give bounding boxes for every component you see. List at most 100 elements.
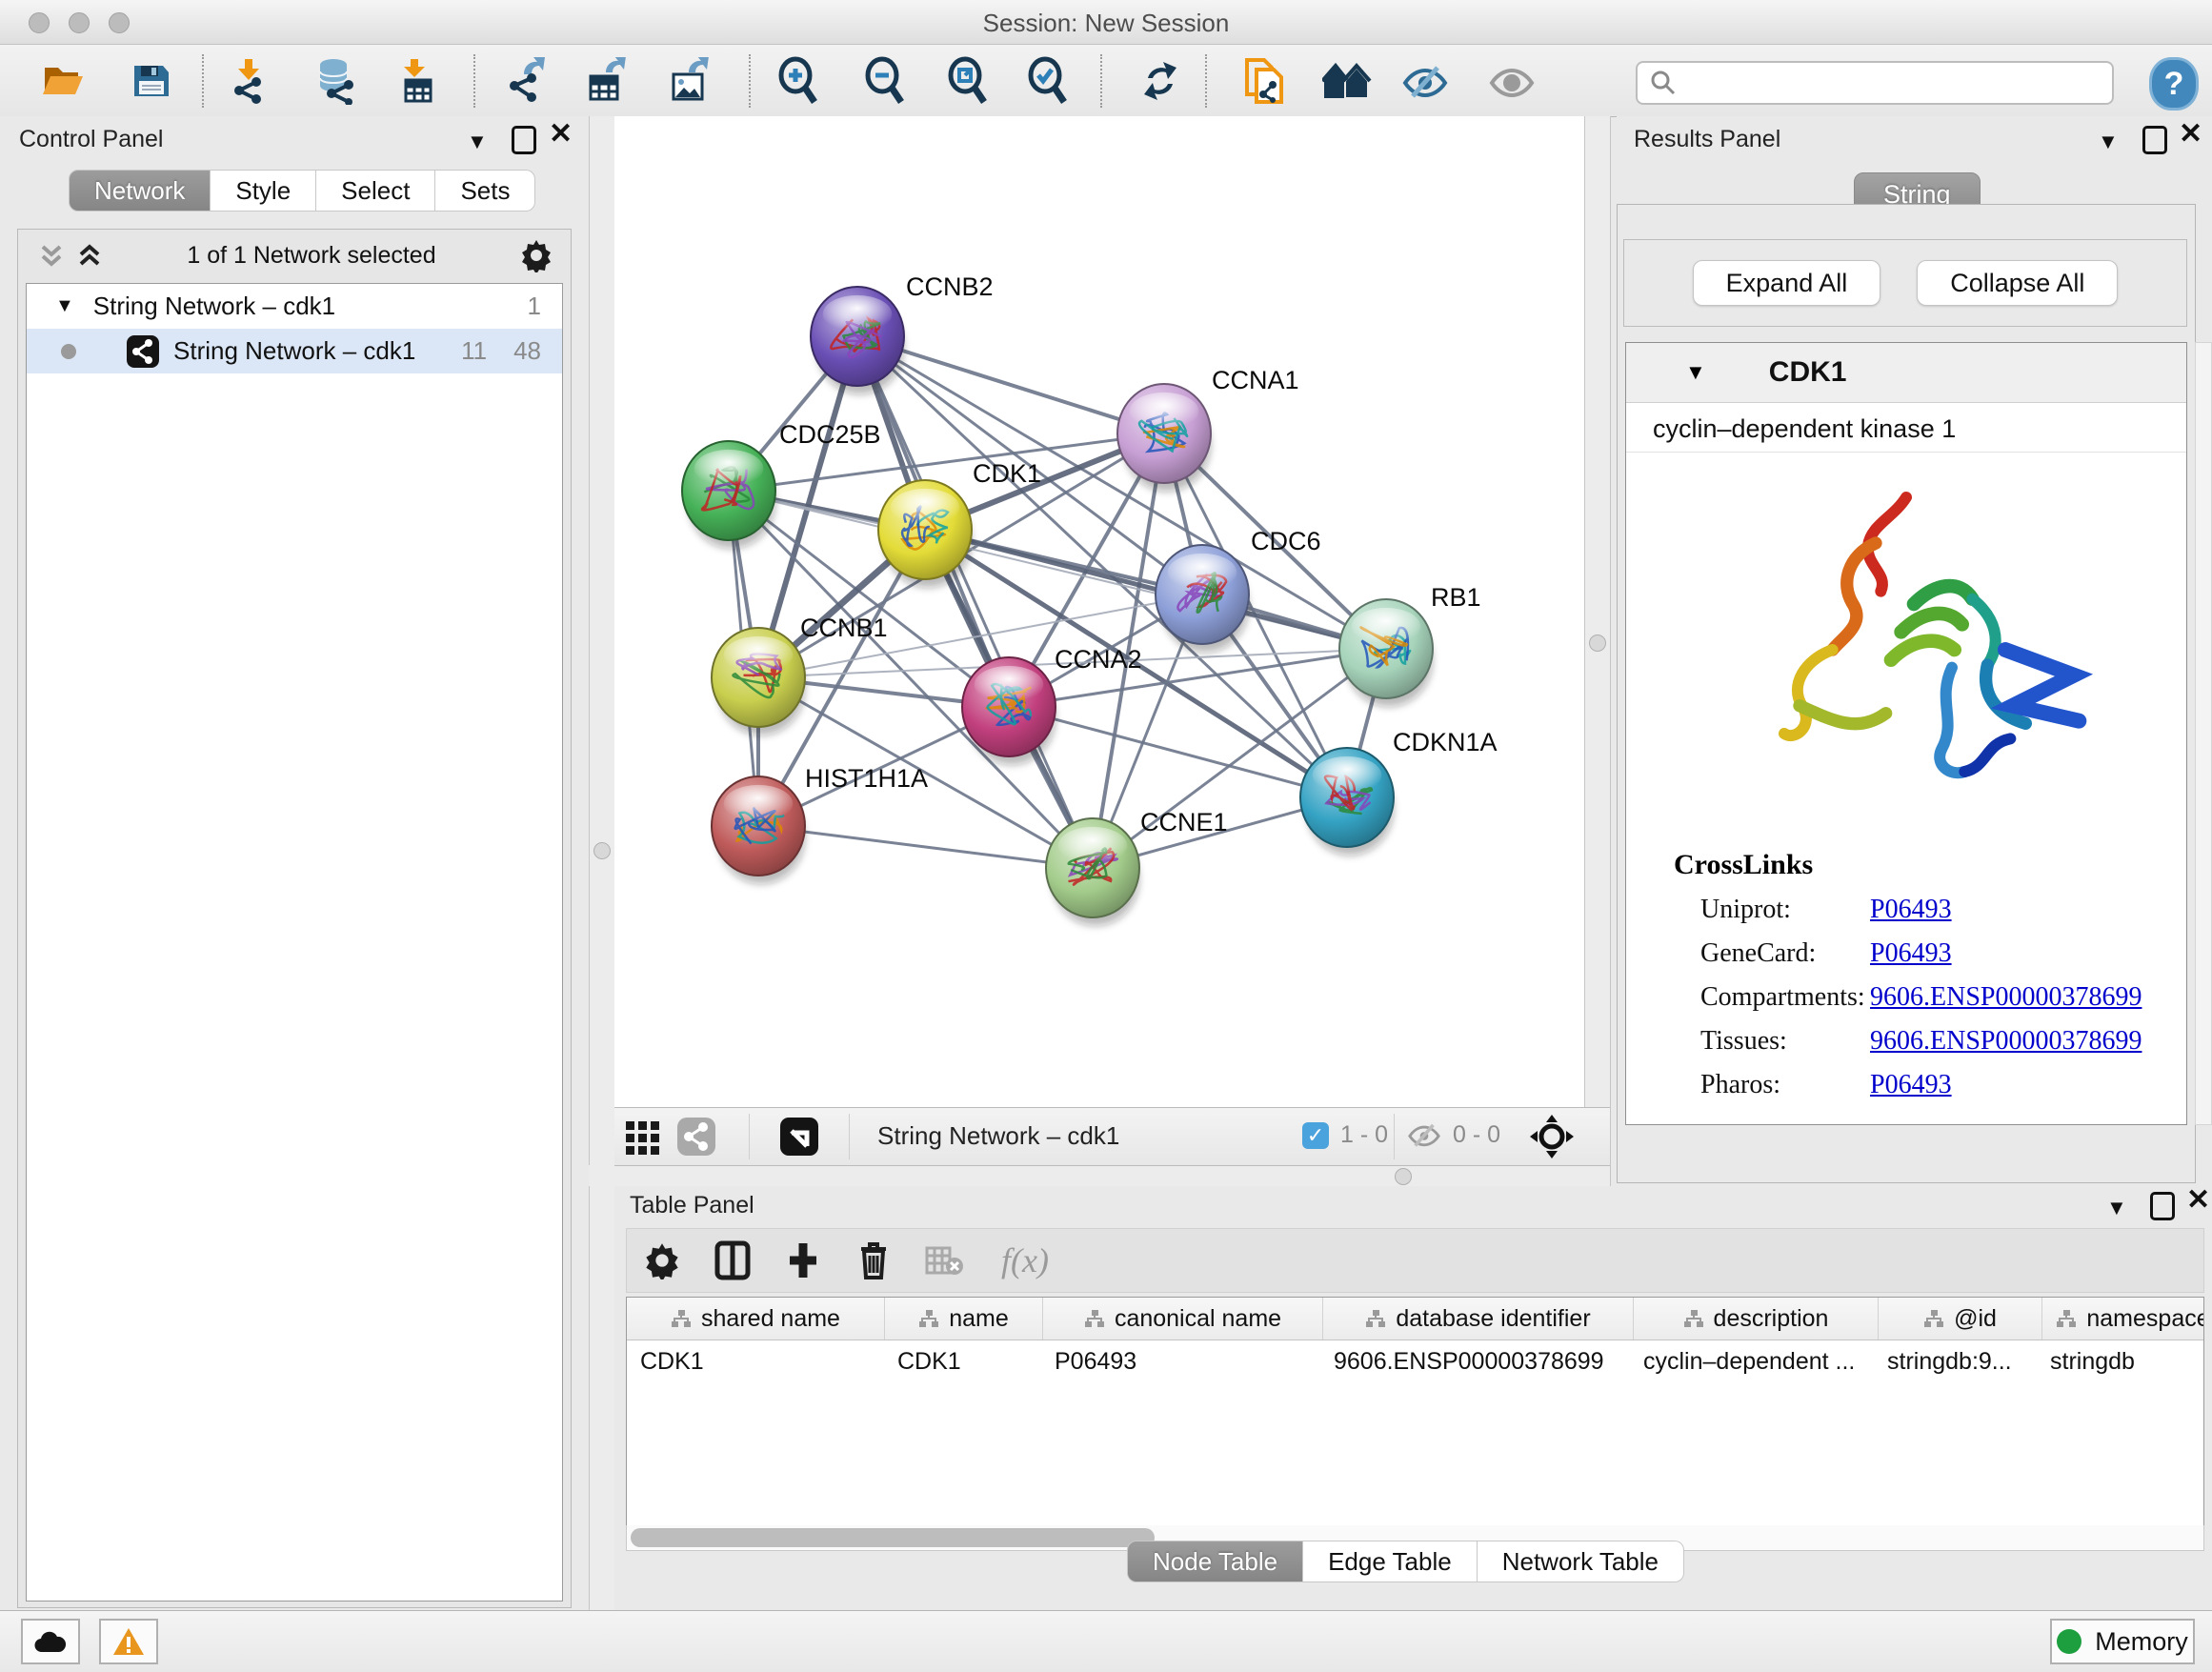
results-scrollbar[interactable] (2195, 342, 2212, 1125)
expand-all-chevron-icon[interactable] (75, 241, 104, 270)
grid-mode-icon[interactable] (622, 1116, 664, 1162)
column-header-shared-name[interactable]: shared name (627, 1298, 885, 1340)
collection-expand-icon[interactable]: ▼ (55, 295, 74, 317)
control-panel-tabs: Network Style Select Sets (69, 170, 535, 212)
divider-grip[interactable] (1589, 635, 1606, 652)
column-header-name[interactable]: name (885, 1298, 1043, 1340)
horizontal-split-divider[interactable] (589, 1165, 1610, 1186)
export-network-icon[interactable] (500, 55, 552, 107)
copy-style-icon[interactable] (1238, 55, 1290, 107)
tab-style[interactable]: Style (211, 170, 316, 212)
table-options-gear-icon[interactable] (627, 1241, 697, 1279)
network-node-CDC6[interactable]: CDC6 (1156, 527, 1321, 653)
save-session-icon[interactable] (126, 55, 177, 107)
network-node-CCNB2[interactable]: CCNB2 (811, 272, 994, 394)
export-image-icon[interactable] (663, 55, 714, 107)
left-split-divider[interactable] (589, 116, 615, 1610)
crosslink-link[interactable]: P06493 (1870, 938, 1952, 969)
tab-network[interactable]: Network (69, 170, 211, 212)
collapse-all-chevron-icon[interactable] (37, 241, 66, 270)
network-share-icon[interactable] (675, 1116, 717, 1162)
warnings-button[interactable] (99, 1619, 158, 1664)
table-cell[interactable]: 9606.ENSP00000378699 (1320, 1340, 1630, 1382)
pan-crosshair-icon[interactable] (1529, 1114, 1575, 1164)
divider-grip[interactable] (593, 842, 611, 859)
network-node-CCNA2[interactable]: CCNA2 (962, 645, 1142, 765)
show-all-eye-icon[interactable] (1486, 55, 1538, 107)
network-node-CCNE1[interactable]: CCNE1 (1046, 808, 1228, 926)
table-hscrollbar-thumb[interactable] (631, 1528, 1155, 1547)
zoom-out-icon[interactable] (859, 55, 911, 107)
network-edge-count: 48 (513, 336, 541, 366)
memory-button[interactable]: Memory (2050, 1619, 2195, 1664)
import-network-file-icon[interactable] (223, 55, 274, 107)
network-node-CCNB1[interactable]: CCNB1 (712, 614, 888, 735)
crosslink-link[interactable]: P06493 (1870, 1070, 1952, 1100)
show-columns-icon[interactable] (697, 1239, 768, 1281)
network-node-CCNA1[interactable]: CCNA1 (1117, 366, 1299, 492)
table-cell[interactable]: CDK1 (884, 1340, 1041, 1382)
tab-sets[interactable]: Sets (435, 170, 535, 212)
import-network-database-icon[interactable] (311, 55, 362, 107)
network-node-RB1[interactable]: RB1 (1339, 583, 1481, 707)
zoom-in-icon[interactable] (773, 55, 824, 107)
table-cell[interactable]: cyclin–dependent ... (1630, 1340, 1874, 1382)
tab-select[interactable]: Select (316, 170, 435, 212)
column-header-namespace[interactable]: namespace (2042, 1298, 2204, 1340)
crosslink-link[interactable]: 9606.ENSP00000378699 (1870, 1026, 2142, 1057)
column-header--id[interactable]: @id (1879, 1298, 2042, 1340)
tab-node-table[interactable]: Node Table (1127, 1541, 1303, 1582)
control-panel-maximize-icon[interactable] (512, 126, 536, 154)
tab-edge-table[interactable]: Edge Table (1303, 1541, 1478, 1582)
open-session-icon[interactable] (37, 55, 89, 107)
network-node-CDKN1A[interactable]: CDKN1A (1300, 728, 1498, 856)
refresh-icon[interactable] (1135, 55, 1186, 107)
first-neighbors-icon[interactable] (1321, 55, 1373, 107)
table-panel-maximize-icon[interactable] (2150, 1192, 2175, 1220)
export-table-icon[interactable] (580, 55, 632, 107)
right-split-divider[interactable] (1584, 116, 1611, 1186)
network-options-gear-icon[interactable] (519, 238, 553, 272)
network-node-HIST1H1A[interactable]: HIST1H1A (712, 764, 928, 884)
expand-all-button[interactable]: Expand All (1693, 260, 1881, 306)
collapse-all-button[interactable]: Collapse All (1917, 260, 2118, 306)
table-panel-close-icon[interactable]: ✕ (2186, 1186, 2210, 1215)
table-cell[interactable]: stringdb:9... (1874, 1340, 2037, 1382)
selected-checkbox-icon[interactable]: ✓ (1302, 1122, 1329, 1149)
column-header-database-identifier[interactable]: database identifier (1323, 1298, 1634, 1340)
node-label: CDK1 (973, 459, 1041, 488)
crosslink-link[interactable]: P06493 (1870, 895, 1952, 925)
network-row-selected[interactable]: String Network – cdk1 11 48 (27, 329, 562, 373)
divider-grip[interactable] (1395, 1168, 1412, 1185)
zoom-selected-icon[interactable] (1022, 55, 1074, 107)
table-panel-float-icon[interactable]: ▼ (2106, 1194, 2127, 1222)
protein-card-header[interactable]: ▼ CDK1 (1626, 343, 2186, 403)
network-collection-row[interactable]: ▼ String Network – cdk1 1 (27, 284, 562, 329)
delete-table-icon[interactable] (909, 1243, 979, 1278)
results-panel-close-icon[interactable]: ✕ (2179, 120, 2202, 149)
network-canvas[interactable]: CCNB2CCNA1CDC25BCDK1CDC6RB1CCNB1CCNA2CDK… (614, 116, 1584, 1107)
results-panel-maximize-icon[interactable] (2142, 126, 2167, 154)
tab-network-table[interactable]: Network Table (1478, 1541, 1684, 1582)
add-column-icon[interactable] (768, 1239, 838, 1281)
table-cell[interactable]: CDK1 (627, 1340, 884, 1382)
help-button[interactable]: ? (2149, 57, 2199, 111)
hide-selection-eye-icon[interactable] (1399, 55, 1451, 107)
crosslink-link[interactable]: 9606.ENSP00000378699 (1870, 982, 2142, 1013)
cloud-status-button[interactable] (21, 1619, 80, 1664)
delete-column-trash-icon[interactable] (838, 1239, 909, 1281)
column-header-canonical-name[interactable]: canonical name (1043, 1298, 1323, 1340)
table-row[interactable]: CDK1CDK1P064939606.ENSP00000378699cyclin… (627, 1340, 2203, 1382)
control-panel-close-icon[interactable]: ✕ (549, 120, 573, 149)
column-header-description[interactable]: description (1634, 1298, 1879, 1340)
import-table-icon[interactable] (391, 55, 442, 107)
zoom-fit-icon[interactable] (942, 55, 994, 107)
table-cell[interactable]: P06493 (1041, 1340, 1320, 1382)
results-panel-float-icon[interactable]: ▼ (2098, 128, 2119, 156)
protein-collapse-icon[interactable]: ▼ (1685, 360, 1706, 385)
birds-eye-view-icon[interactable] (778, 1116, 820, 1162)
function-builder-icon[interactable]: f(x) (979, 1240, 1071, 1280)
search-input[interactable] (1685, 66, 2112, 100)
table-cell[interactable]: stringdb (2037, 1340, 2204, 1382)
control-panel-float-icon[interactable]: ▼ (467, 128, 488, 156)
